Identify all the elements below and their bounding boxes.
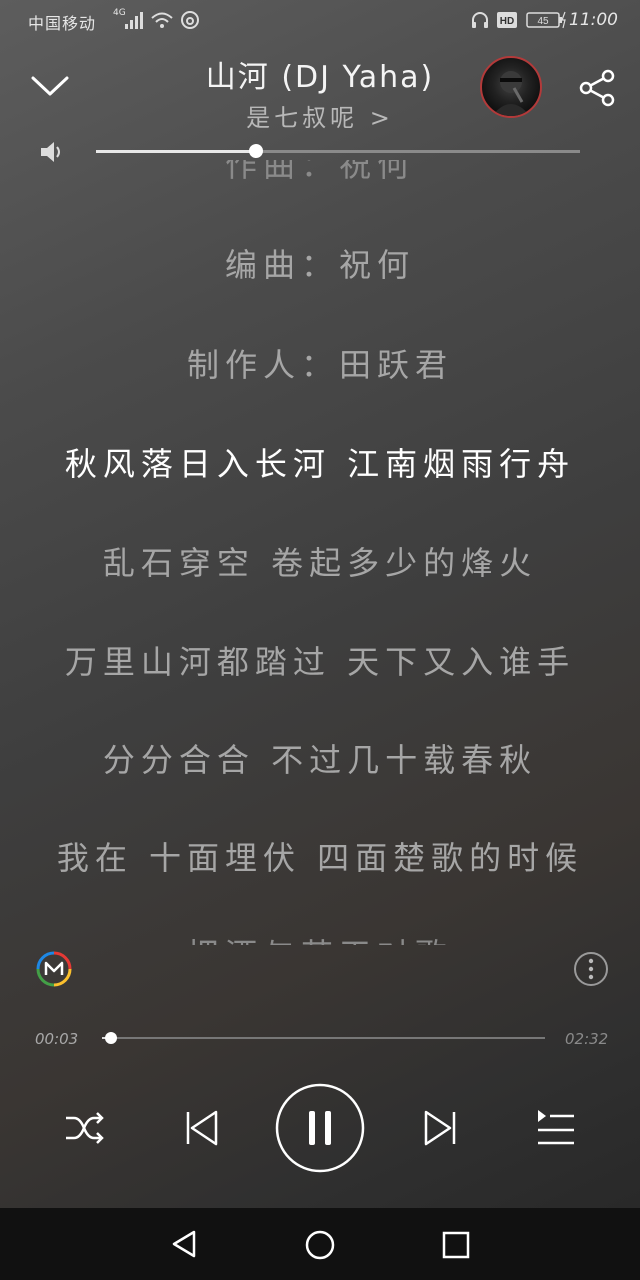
lyric-line: 乱石穿空 卷起多少的烽火	[102, 544, 538, 582]
battery-icon: 45	[526, 11, 566, 29]
total-time: 02:32	[565, 1030, 609, 1048]
headphones-icon	[472, 12, 488, 28]
artist-link[interactable]: 是七叔呢 >	[0, 98, 640, 133]
shuffle-icon[interactable]	[62, 1106, 106, 1150]
artist-avatar[interactable]	[480, 56, 542, 118]
hd-icon: HD	[497, 12, 517, 28]
lyric-line: 万里山河都踏过 天下又入谁手	[64, 643, 576, 681]
m-logo-icon[interactable]	[34, 950, 74, 988]
clock: 11:00	[569, 10, 618, 30]
carrier-label: 中国移动	[28, 14, 97, 33]
lyric-line: 分分合合 不过几十载春秋	[102, 741, 538, 779]
lyric-line: 把酒与苍天对歌	[0, 930, 640, 945]
pause-button[interactable]	[274, 1082, 366, 1174]
lyric-line: 制作人：田跃君	[186, 346, 453, 384]
lyric-line: 作曲：祝何	[224, 160, 415, 184]
battery-level: 45	[537, 16, 549, 27]
volume-knob[interactable]	[249, 144, 263, 158]
share-icon[interactable]	[578, 68, 618, 108]
lyric-line-current: 秋风落日入长河 江南烟雨行舟	[64, 445, 576, 483]
lyrics-panel[interactable]: 作曲：祝何 编曲：祝何 制作人：田跃君 秋风落日入长河 江南烟雨行舟 乱石穿空 …	[0, 160, 640, 945]
lyric-line: 编曲：祝何	[224, 246, 415, 284]
nav-recents-icon[interactable]	[440, 1229, 472, 1261]
system-nav-bar	[0, 1208, 640, 1280]
song-title: 山河 (DJ Yaha)	[205, 60, 435, 95]
netease-icon	[181, 11, 199, 29]
progress-bar[interactable]	[102, 1037, 545, 1039]
volume-fill	[96, 150, 256, 153]
avatar-image	[492, 71, 530, 116]
more-vertical-icon[interactable]	[572, 950, 610, 988]
playlist-icon[interactable]	[534, 1106, 578, 1150]
lyric-line: 我在 十面埋伏 四面楚歌的时候	[56, 839, 584, 877]
nav-back-icon[interactable]	[168, 1228, 200, 1260]
status-bar: 中国移动 4G HD 45 11:00	[0, 0, 640, 44]
signal-icon	[125, 12, 143, 29]
nav-home-icon[interactable]	[303, 1228, 337, 1262]
next-icon[interactable]	[418, 1106, 462, 1150]
svg-text:HD: HD	[500, 16, 514, 27]
wifi-icon	[151, 12, 173, 28]
pause-icon	[309, 1111, 331, 1145]
previous-icon[interactable]	[180, 1106, 224, 1150]
progress-knob[interactable]	[105, 1032, 117, 1044]
current-time: 00:03	[35, 1030, 79, 1048]
